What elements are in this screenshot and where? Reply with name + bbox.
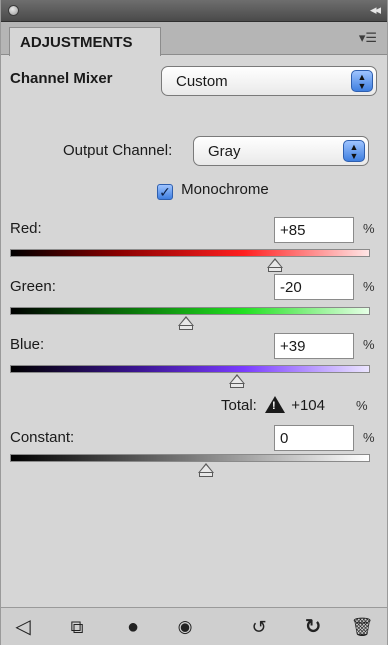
- trash-icon[interactable]: 🗑: [348, 616, 376, 638]
- select-stepper-icon: ▲ ▼: [343, 140, 365, 162]
- reset-icon[interactable]: ↻: [299, 616, 327, 638]
- preset-label: Channel Mixer: [10, 70, 113, 87]
- total-value: +104: [291, 397, 325, 414]
- view-previous-state-icon[interactable]: ↺: [245, 616, 273, 638]
- green-percent-unit: %: [363, 279, 375, 294]
- total-readout: Total: +104: [221, 396, 325, 414]
- double-chevron-right-icon[interactable]: ◂◂: [370, 2, 381, 18]
- monochrome-label: Monochrome: [181, 181, 269, 198]
- close-icon[interactable]: [8, 5, 19, 16]
- panel-titlebar[interactable]: ◂◂: [1, 0, 387, 22]
- tab-strip: ADJUSTMENTS ▾☰: [1, 22, 387, 56]
- preset-value: Custom: [176, 73, 228, 90]
- blue-slider-thumb-base: [230, 384, 244, 388]
- adjustments-panel: ◂◂ ADJUSTMENTS ▾☰ Channel Mixer Custom ▲…: [0, 0, 388, 645]
- blue-label: Blue:: [10, 336, 45, 353]
- constant-slider-track[interactable]: [10, 454, 370, 462]
- total-percent-unit: %: [356, 398, 368, 413]
- blue-value-field[interactable]: +39: [274, 333, 354, 359]
- tab-label: ADJUSTMENTS: [20, 34, 133, 51]
- red-percent-unit: %: [363, 221, 375, 236]
- toggle-visibility-circle-icon[interactable]: ●: [119, 616, 147, 638]
- clip-to-layer-icon[interactable]: ⧉: [63, 616, 91, 638]
- constant-slider-thumb[interactable]: [198, 463, 214, 473]
- constant-label: Constant:: [10, 429, 75, 446]
- select-stepper-icon: ▲ ▼: [351, 70, 373, 92]
- green-label: Green:: [10, 278, 56, 295]
- adjustment-content: Channel Mixer Custom ▲ ▼ Output Channel: …: [1, 56, 387, 576]
- green-slider-track[interactable]: [10, 307, 370, 315]
- total-label: Total:: [221, 397, 257, 414]
- output-channel-label: Output Channel:: [63, 142, 173, 159]
- blue-slider-track[interactable]: [10, 365, 370, 373]
- blue-percent-unit: %: [363, 337, 375, 352]
- monochrome-checkbox[interactable]: ✓: [157, 184, 173, 200]
- eye-icon[interactable]: ◉: [171, 616, 199, 638]
- output-channel-select[interactable]: Gray ▲ ▼: [193, 136, 369, 166]
- green-slider-thumb[interactable]: [178, 316, 194, 326]
- constant-value: 0: [280, 430, 289, 447]
- green-slider-thumb-base: [179, 326, 193, 330]
- constant-slider-thumb-base: [199, 473, 213, 477]
- red-slider-thumb[interactable]: [267, 258, 283, 268]
- red-value: +85: [280, 222, 306, 239]
- constant-value-field[interactable]: 0: [274, 425, 354, 451]
- green-value-field[interactable]: -20: [274, 274, 354, 300]
- panel-menu-icon[interactable]: ▾☰: [359, 30, 377, 46]
- constant-percent-unit: %: [363, 430, 375, 445]
- red-slider-thumb-base: [268, 268, 282, 272]
- warning-icon: [265, 396, 286, 413]
- red-value-field[interactable]: +85: [274, 217, 354, 243]
- bottom-toolbar: ◁ ⧉ ● ◉ ↺ ↻ 🗑: [1, 607, 387, 645]
- green-value: -20: [280, 279, 302, 296]
- monochrome-checkbox-row[interactable]: ✓ Monochrome: [157, 181, 269, 200]
- preset-select[interactable]: Custom ▲ ▼: [161, 66, 377, 96]
- blue-slider-thumb[interactable]: [229, 374, 245, 384]
- red-label: Red:: [10, 220, 42, 237]
- back-arrow-icon[interactable]: ◁: [9, 616, 37, 638]
- blue-value: +39: [280, 338, 306, 355]
- output-channel-value: Gray: [208, 143, 241, 160]
- red-slider-track[interactable]: [10, 249, 370, 257]
- tab-adjustments[interactable]: ADJUSTMENTS: [9, 27, 161, 56]
